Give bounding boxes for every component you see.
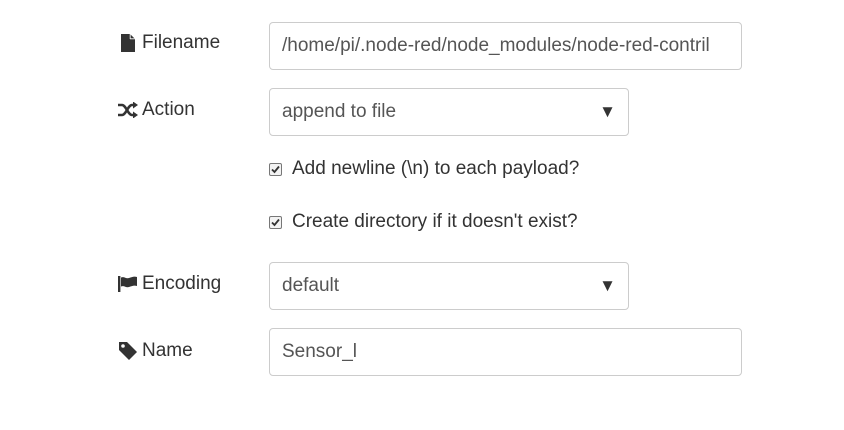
file-icon <box>118 33 138 53</box>
encoding-select-value: default <box>282 275 340 296</box>
action-select-value: append to file <box>282 101 397 122</box>
filename-label: Filename <box>118 32 220 54</box>
create-directory-label: Create directory if it doesn't exist? <box>292 211 578 232</box>
filename-input-value: /home/pi/.node-red/node_modules/node-red… <box>282 35 710 56</box>
name-label: Name <box>118 340 193 362</box>
create-directory-checkbox[interactable] <box>269 215 282 229</box>
filename-label-text: Filename <box>142 32 221 53</box>
name-input[interactable]: Sensor_l <box>269 328 742 376</box>
chevron-down-icon: ▼ <box>599 276 616 295</box>
action-label: Action <box>118 99 195 121</box>
filename-input[interactable]: /home/pi/.node-red/node_modules/node-red… <box>269 22 742 70</box>
action-label-text: Action <box>142 99 195 120</box>
add-newline-label: Add newline (\n) to each payload? <box>292 158 580 179</box>
chevron-down-icon: ▼ <box>599 102 616 121</box>
name-label-text: Name <box>142 340 193 361</box>
encoding-select[interactable]: default ▼ <box>269 262 629 310</box>
name-input-value: Sensor_l <box>282 341 357 362</box>
shuffle-icon <box>118 100 138 120</box>
add-newline-option[interactable]: Add newline (\n) to each payload? <box>269 158 579 180</box>
encoding-label: Encoding <box>118 273 221 295</box>
encoding-label-text: Encoding <box>142 273 222 294</box>
flag-icon <box>118 274 138 294</box>
create-directory-option[interactable]: Create directory if it doesn't exist? <box>269 211 578 233</box>
tag-icon <box>118 341 138 361</box>
add-newline-checkbox[interactable] <box>269 162 282 176</box>
action-select[interactable]: append to file ▼ <box>269 88 629 136</box>
